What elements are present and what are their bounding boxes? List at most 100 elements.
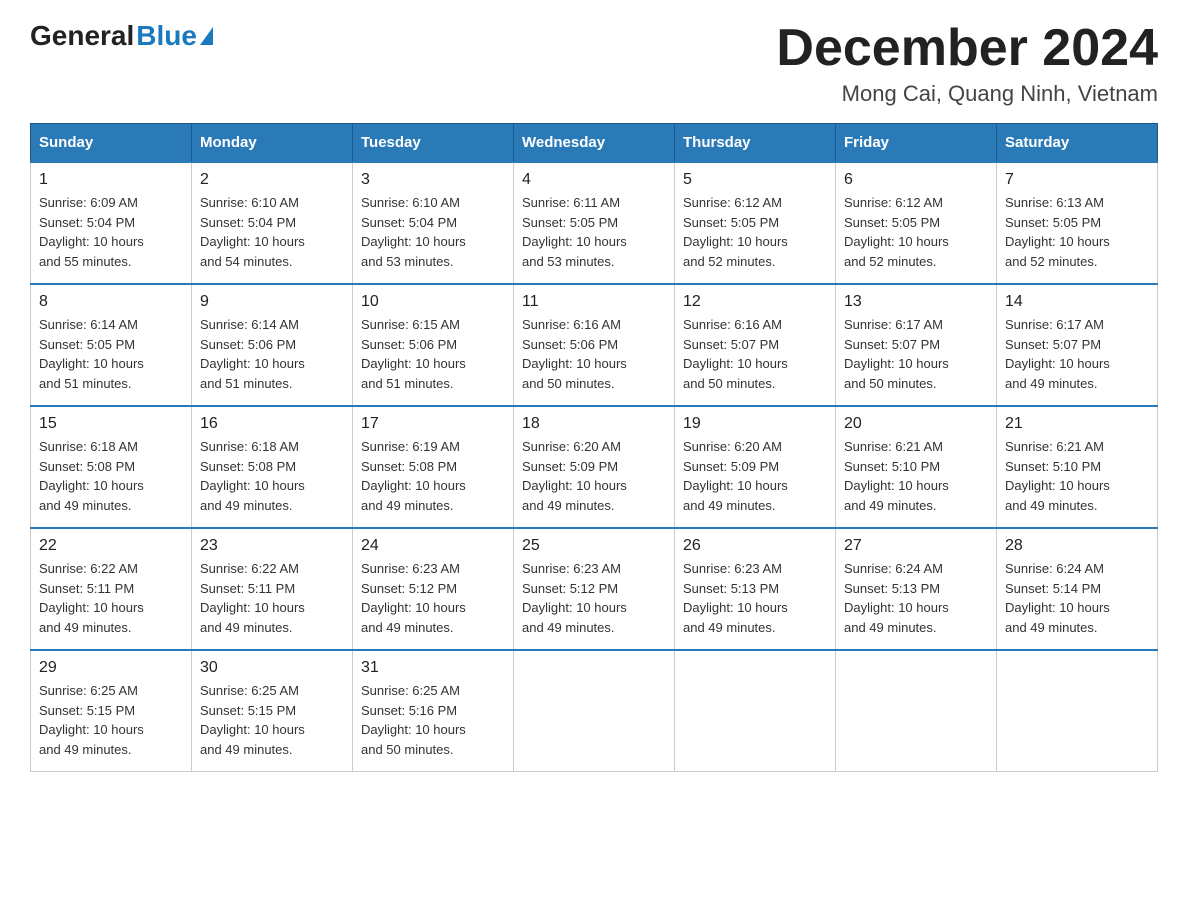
day-number: 22 (39, 537, 183, 555)
day-info: Sunrise: 6:20 AMSunset: 5:09 PMDaylight:… (522, 437, 666, 515)
calendar-cell: 18 Sunrise: 6:20 AMSunset: 5:09 PMDayligh… (514, 406, 675, 528)
calendar-week-4: 22 Sunrise: 6:22 AMSunset: 5:11 PMDayligh… (31, 528, 1158, 650)
day-number: 23 (200, 537, 344, 555)
logo-arrow-icon (200, 27, 213, 45)
day-number: 16 (200, 415, 344, 433)
calendar-cell: 11 Sunrise: 6:16 AMSunset: 5:06 PMDayligh… (514, 284, 675, 406)
day-info: Sunrise: 6:24 AMSunset: 5:13 PMDaylight:… (844, 559, 988, 637)
calendar-cell: 13 Sunrise: 6:17 AMSunset: 5:07 PMDayligh… (836, 284, 997, 406)
header-tuesday: Tuesday (353, 124, 514, 163)
day-number: 3 (361, 171, 505, 189)
calendar-cell: 12 Sunrise: 6:16 AMSunset: 5:07 PMDayligh… (675, 284, 836, 406)
logo-blue-text: Blue (136, 20, 197, 52)
logo-general-text: General (30, 20, 134, 52)
day-number: 19 (683, 415, 827, 433)
day-number: 8 (39, 293, 183, 311)
day-info: Sunrise: 6:21 AMSunset: 5:10 PMDaylight:… (1005, 437, 1149, 515)
day-number: 5 (683, 171, 827, 189)
day-info: Sunrise: 6:23 AMSunset: 5:12 PMDaylight:… (522, 559, 666, 637)
title-area: December 2024 Mong Cai, Quang Ninh, Viet… (776, 20, 1158, 107)
day-info: Sunrise: 6:09 AMSunset: 5:04 PMDaylight:… (39, 193, 183, 271)
day-number: 31 (361, 659, 505, 677)
calendar-cell: 24 Sunrise: 6:23 AMSunset: 5:12 PMDayligh… (353, 528, 514, 650)
calendar-cell: 9 Sunrise: 6:14 AMSunset: 5:06 PMDaylight… (192, 284, 353, 406)
calendar-cell: 14Sunrise: 6:17 AMSunset: 5:07 PMDayligh… (997, 284, 1158, 406)
day-info: Sunrise: 6:17 AMSunset: 5:07 PMDaylight:… (844, 315, 988, 393)
day-number: 29 (39, 659, 183, 677)
day-info: Sunrise: 6:18 AMSunset: 5:08 PMDaylight:… (200, 437, 344, 515)
calendar-cell: 25 Sunrise: 6:23 AMSunset: 5:12 PMDayligh… (514, 528, 675, 650)
day-info: Sunrise: 6:21 AMSunset: 5:10 PMDaylight:… (844, 437, 988, 515)
calendar-cell: 21Sunrise: 6:21 AMSunset: 5:10 PMDayligh… (997, 406, 1158, 528)
header-sunday: Sunday (31, 124, 192, 163)
day-number: 10 (361, 293, 505, 311)
calendar-cell (997, 650, 1158, 772)
day-info: Sunrise: 6:16 AMSunset: 5:06 PMDaylight:… (522, 315, 666, 393)
calendar-cell: 4 Sunrise: 6:11 AMSunset: 5:05 PMDaylight… (514, 162, 675, 284)
header-friday: Friday (836, 124, 997, 163)
header-wednesday: Wednesday (514, 124, 675, 163)
day-number: 17 (361, 415, 505, 433)
day-number: 2 (200, 171, 344, 189)
calendar-cell: 23 Sunrise: 6:22 AMSunset: 5:11 PMDayligh… (192, 528, 353, 650)
header-saturday: Saturday (997, 124, 1158, 163)
calendar-cell: 28Sunrise: 6:24 AMSunset: 5:14 PMDayligh… (997, 528, 1158, 650)
calendar-cell: 20Sunrise: 6:21 AMSunset: 5:10 PMDayligh… (836, 406, 997, 528)
day-number: 24 (361, 537, 505, 555)
calendar-table: SundayMondayTuesdayWednesdayThursdayFrid… (30, 123, 1158, 772)
day-info: Sunrise: 6:12 AMSunset: 5:05 PMDaylight:… (844, 193, 988, 271)
day-number: 7 (1005, 171, 1149, 189)
calendar-week-2: 8 Sunrise: 6:14 AMSunset: 5:05 PMDaylight… (31, 284, 1158, 406)
day-info: Sunrise: 6:22 AMSunset: 5:11 PMDaylight:… (200, 559, 344, 637)
day-number: 11 (522, 293, 666, 311)
day-number: 28 (1005, 537, 1149, 555)
calendar-week-5: 29 Sunrise: 6:25 AMSunset: 5:15 PMDayligh… (31, 650, 1158, 772)
day-number: 9 (200, 293, 344, 311)
day-number: 18 (522, 415, 666, 433)
calendar-week-1: 1 Sunrise: 6:09 AMSunset: 5:04 PMDaylight… (31, 162, 1158, 284)
calendar-cell (675, 650, 836, 772)
day-info: Sunrise: 6:23 AMSunset: 5:12 PMDaylight:… (361, 559, 505, 637)
calendar-cell: 29 Sunrise: 6:25 AMSunset: 5:15 PMDayligh… (31, 650, 192, 772)
calendar-cell: 15 Sunrise: 6:18 AMSunset: 5:08 PMDayligh… (31, 406, 192, 528)
day-number: 26 (683, 537, 827, 555)
day-number: 15 (39, 415, 183, 433)
calendar-cell: 2 Sunrise: 6:10 AMSunset: 5:04 PMDaylight… (192, 162, 353, 284)
calendar-cell: 1 Sunrise: 6:09 AMSunset: 5:04 PMDaylight… (31, 162, 192, 284)
day-info: Sunrise: 6:11 AMSunset: 5:05 PMDaylight:… (522, 193, 666, 271)
header-thursday: Thursday (675, 124, 836, 163)
day-info: Sunrise: 6:25 AMSunset: 5:15 PMDaylight:… (39, 681, 183, 759)
day-info: Sunrise: 6:10 AMSunset: 5:04 PMDaylight:… (200, 193, 344, 271)
day-number: 12 (683, 293, 827, 311)
day-info: Sunrise: 6:20 AMSunset: 5:09 PMDaylight:… (683, 437, 827, 515)
header: General Blue December 2024 Mong Cai, Qua… (30, 20, 1158, 107)
day-info: Sunrise: 6:14 AMSunset: 5:05 PMDaylight:… (39, 315, 183, 393)
day-number: 13 (844, 293, 988, 311)
day-info: Sunrise: 6:14 AMSunset: 5:06 PMDaylight:… (200, 315, 344, 393)
calendar-header-row: SundayMondayTuesdayWednesdayThursdayFrid… (31, 124, 1158, 163)
calendar-cell: 19 Sunrise: 6:20 AMSunset: 5:09 PMDayligh… (675, 406, 836, 528)
day-number: 4 (522, 171, 666, 189)
day-number: 1 (39, 171, 183, 189)
day-info: Sunrise: 6:13 AMSunset: 5:05 PMDaylight:… (1005, 193, 1149, 271)
calendar-cell: 16 Sunrise: 6:18 AMSunset: 5:08 PMDayligh… (192, 406, 353, 528)
calendar-cell (836, 650, 997, 772)
day-info: Sunrise: 6:19 AMSunset: 5:08 PMDaylight:… (361, 437, 505, 515)
calendar-cell: 27 Sunrise: 6:24 AMSunset: 5:13 PMDayligh… (836, 528, 997, 650)
calendar-cell: 30Sunrise: 6:25 AMSunset: 5:15 PMDayligh… (192, 650, 353, 772)
calendar-cell: 3Sunrise: 6:10 AMSunset: 5:04 PMDaylight… (353, 162, 514, 284)
day-number: 27 (844, 537, 988, 555)
calendar-cell: 8 Sunrise: 6:14 AMSunset: 5:05 PMDaylight… (31, 284, 192, 406)
calendar-cell: 22Sunrise: 6:22 AMSunset: 5:11 PMDayligh… (31, 528, 192, 650)
calendar-cell: 31 Sunrise: 6:25 AMSunset: 5:16 PMDayligh… (353, 650, 514, 772)
day-info: Sunrise: 6:23 AMSunset: 5:13 PMDaylight:… (683, 559, 827, 637)
day-number: 25 (522, 537, 666, 555)
day-info: Sunrise: 6:18 AMSunset: 5:08 PMDaylight:… (39, 437, 183, 515)
day-number: 6 (844, 171, 988, 189)
calendar-cell: 6 Sunrise: 6:12 AMSunset: 5:05 PMDaylight… (836, 162, 997, 284)
calendar-cell: 5 Sunrise: 6:12 AMSunset: 5:05 PMDaylight… (675, 162, 836, 284)
calendar-cell: 17 Sunrise: 6:19 AMSunset: 5:08 PMDayligh… (353, 406, 514, 528)
day-info: Sunrise: 6:16 AMSunset: 5:07 PMDaylight:… (683, 315, 827, 393)
day-info: Sunrise: 6:12 AMSunset: 5:05 PMDaylight:… (683, 193, 827, 271)
day-info: Sunrise: 6:25 AMSunset: 5:16 PMDaylight:… (361, 681, 505, 759)
